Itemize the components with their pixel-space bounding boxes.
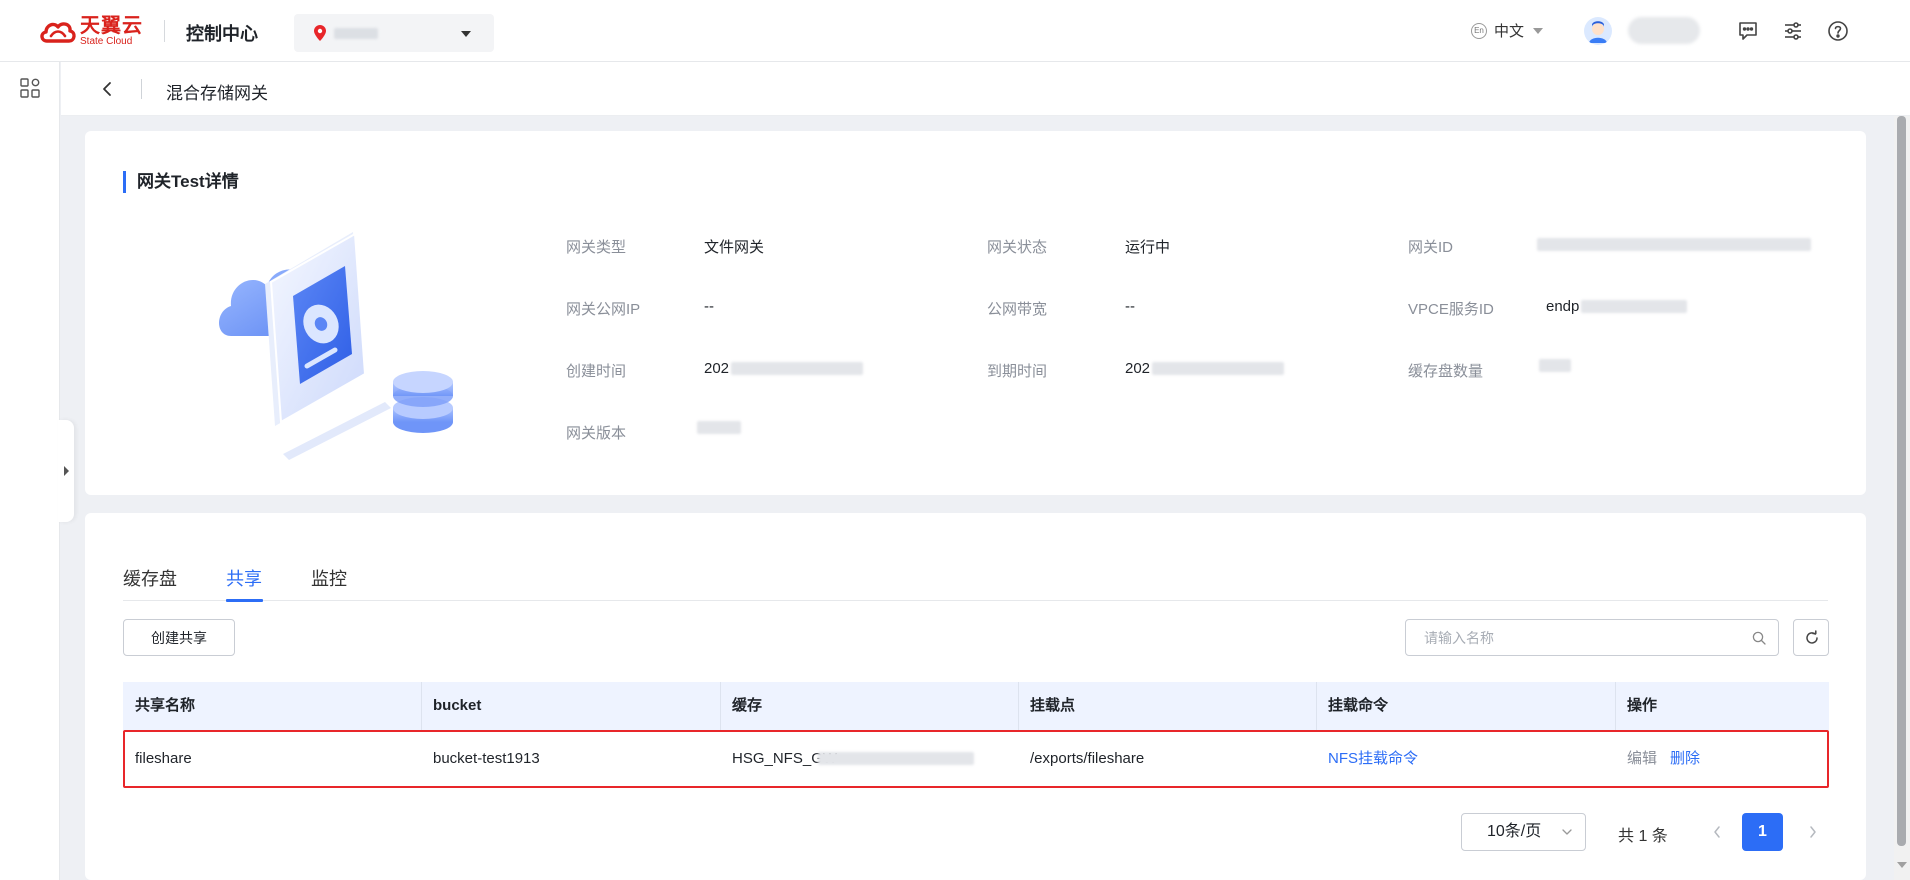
column-header-actions: 操作 xyxy=(1627,697,1658,714)
column-header-cache: 缓存 xyxy=(732,697,763,714)
cell-share-name: fileshare xyxy=(135,750,192,767)
language-switcher[interactable]: En 中文 xyxy=(1471,20,1544,41)
field-label-cache-disk-count: 缓存盘数量 xyxy=(1408,363,1484,380)
page-size-label: 10条/页 xyxy=(1487,823,1542,840)
prev-page-icon[interactable] xyxy=(1712,825,1722,839)
tab-cache-disk[interactable]: 缓存盘 xyxy=(123,565,177,591)
user-avatar-icon xyxy=(1584,17,1612,45)
cell-mount-point: /exports/fileshare xyxy=(1030,750,1145,767)
language-label: 中文 xyxy=(1494,23,1525,40)
caret-down-icon xyxy=(1533,27,1544,34)
storage-gateway-illustration xyxy=(219,232,453,460)
tab-monitor[interactable]: 监控 xyxy=(311,565,347,591)
gateway-detail-card: 网关Test详情 网关类型 文件网关 网关公网IP -- 创建时间 202 网关… xyxy=(85,131,1866,495)
field-label-created-time: 创建时间 xyxy=(566,363,627,380)
top-header: 天翼云 State Cloud 控制中心 En 中文 xyxy=(0,0,1910,62)
edit-button[interactable]: 编辑 xyxy=(1617,732,1657,786)
page-header-divider xyxy=(141,79,142,99)
created-time-redacted xyxy=(731,362,863,375)
field-label-vpce-service-id: VPCE服务ID xyxy=(1408,301,1494,318)
current-page-button[interactable]: 1 xyxy=(1742,813,1783,851)
sidebar-expand-toggle[interactable] xyxy=(58,420,74,522)
column-header-bucket: bucket xyxy=(433,697,482,714)
active-tab-indicator xyxy=(226,599,263,602)
table-row: fileshare bucket-test1913 HSG_NFS_GW /ex… xyxy=(123,730,1829,788)
page-header: 混合存储网关 xyxy=(61,62,1910,116)
cache-name-redacted xyxy=(818,752,974,765)
cloud-logo-icon xyxy=(40,22,76,43)
region-selector[interactable] xyxy=(294,14,494,52)
field-label-public-ip: 网关公网IP xyxy=(566,301,641,318)
field-label-gateway-status: 网关状态 xyxy=(987,239,1048,256)
search-input[interactable] xyxy=(1424,620,1744,655)
back-arrow-icon[interactable] xyxy=(101,79,113,99)
settings-sliders-icon[interactable] xyxy=(1781,19,1805,43)
refresh-button[interactable] xyxy=(1793,619,1829,656)
tab-bar: 缓存盘 共享 监控 xyxy=(123,513,1828,602)
field-label-bandwidth: 公网带宽 xyxy=(987,301,1048,318)
language-icon: En xyxy=(1471,22,1487,39)
field-value-gateway-status: 运行中 xyxy=(1125,239,1171,256)
state-cloud-logo[interactable]: 天翼云 State Cloud xyxy=(38,14,143,48)
field-value-vpce-service-id: endp xyxy=(1546,298,1580,315)
refresh-icon xyxy=(1806,630,1818,644)
pagination-total: 共 1 条 xyxy=(1618,828,1668,845)
tab-share[interactable]: 共享 xyxy=(226,565,262,591)
apps-grid-icon[interactable] xyxy=(20,78,40,98)
delete-button[interactable]: 删除 xyxy=(1660,732,1700,786)
search-box xyxy=(1405,619,1779,656)
expire-time-redacted xyxy=(1152,362,1284,375)
vpce-id-redacted xyxy=(1581,300,1687,313)
field-value-created-time: 202 xyxy=(704,360,730,377)
table-header: 共享名称 bucket 缓存 挂载点 挂载命令 操作 xyxy=(123,682,1829,730)
scrollbar-thumb[interactable] xyxy=(1897,116,1906,846)
next-page-icon[interactable] xyxy=(1808,825,1818,839)
field-label-gateway-id: 网关ID xyxy=(1408,239,1454,256)
field-label-gateway-version: 网关版本 xyxy=(566,425,627,442)
caret-right-icon xyxy=(64,466,69,476)
field-label-expire-time: 到期时间 xyxy=(987,363,1048,380)
chevron-down-icon xyxy=(1562,829,1572,835)
column-header-share-name: 共享名称 xyxy=(135,697,196,714)
nfs-mount-command-link[interactable]: NFS挂载命令 xyxy=(1318,732,1418,786)
avatar[interactable] xyxy=(1584,17,1612,45)
field-value-gateway-type: 文件网关 xyxy=(704,239,765,256)
cell-bucket: bucket-test1913 xyxy=(433,750,540,767)
search-icon[interactable] xyxy=(1752,631,1766,645)
create-share-button[interactable]: 创建共享 xyxy=(123,619,235,656)
chevron-down-icon xyxy=(461,31,471,37)
left-rail xyxy=(0,62,60,880)
cache-disk-count-redacted xyxy=(1539,359,1571,372)
region-name-redacted xyxy=(334,28,378,39)
share-card: 缓存盘 共享 监控 创建共享 共享名称 bucket 缓存 挂载点 挂载命令 操… xyxy=(85,513,1866,880)
field-label-gateway-type: 网关类型 xyxy=(566,239,627,256)
help-icon[interactable] xyxy=(1826,19,1850,43)
logo-en-text: State Cloud xyxy=(80,36,133,47)
field-value-expire-time: 202 xyxy=(1125,360,1151,377)
console-title[interactable]: 控制中心 xyxy=(186,20,258,46)
page-title: 混合存储网关 xyxy=(166,84,268,103)
header-divider xyxy=(164,20,165,42)
message-icon[interactable] xyxy=(1736,19,1760,43)
gateway-version-redacted xyxy=(697,421,741,434)
logo-cn-text: 天翼云 xyxy=(80,13,143,37)
column-header-mount-command: 挂载命令 xyxy=(1328,697,1389,714)
page-size-select[interactable]: 10条/页 xyxy=(1461,813,1586,851)
username-redacted[interactable] xyxy=(1628,17,1700,44)
scroll-down-arrow-icon[interactable] xyxy=(1897,862,1907,868)
column-header-mount-point: 挂载点 xyxy=(1030,697,1076,714)
location-pin-icon xyxy=(314,25,326,41)
field-value-bandwidth: -- xyxy=(1125,298,1135,315)
detail-section-title: 网关Test详情 xyxy=(123,171,239,193)
gateway-id-redacted xyxy=(1537,238,1811,251)
field-value-public-ip: -- xyxy=(704,298,714,315)
